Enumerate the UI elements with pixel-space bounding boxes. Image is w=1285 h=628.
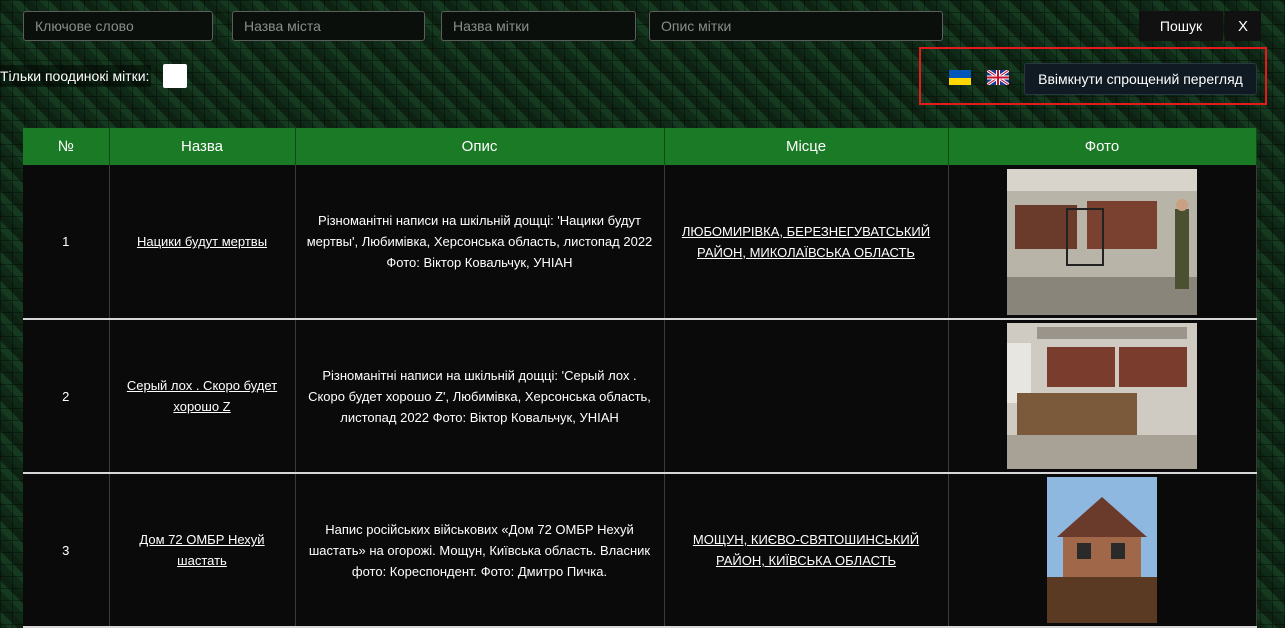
row-name-cell: Серый лох . Скоро будет хорошо Z: [109, 319, 296, 474]
row-place-cell: МОЩУН, КИЄВО-СВЯТОШИНСЬКИЙ РАЙОН, КИЇВСЬ…: [664, 473, 949, 628]
row-photo-cell: [948, 165, 1257, 320]
ukraine-flag-icon[interactable]: [949, 70, 971, 85]
tag-name-link[interactable]: Нацики будут мертвы: [137, 234, 267, 249]
photo-thumbnail[interactable]: [1007, 323, 1197, 469]
place-link[interactable]: МОЩУН, КИЄВО-СВЯТОШИНСЬКИЙ РАЙОН, КИЇВСЬ…: [693, 532, 919, 568]
row-place-cell: [664, 319, 949, 474]
single-tags-filter: Тільки поодинокі мітки:: [0, 63, 188, 89]
table-header-row: № Назва Опис Місце Фото: [23, 128, 1257, 165]
language-view-toolbar: Ввімкнути спрощений перегляд: [919, 47, 1267, 105]
row-description: Різноманітні написи на шкільній дощці: '…: [295, 319, 665, 474]
tags-table: № Назва Опис Місце Фото 1 Нацики будут м…: [23, 128, 1257, 628]
tag-name-input[interactable]: [441, 11, 636, 41]
search-bar: Пошук X: [23, 11, 1285, 41]
row-name-cell: Нацики будут мертвы: [109, 165, 296, 320]
column-header-name: Назва: [109, 128, 296, 165]
keyword-input[interactable]: [23, 11, 213, 41]
table-row: 2 Серый лох . Скоро будет хорошо Z Різно…: [23, 319, 1257, 474]
row-description: Напис російських військових «Дом 72 ОМБР…: [295, 473, 665, 628]
row-place-cell: ЛЮБОМИРІВКА, БЕРЕЗНЕГУВАТСЬКИЙ РАЙОН, МИ…: [664, 165, 949, 320]
table-row: 3 Дом 72 ОМБР Нехуй шастать Напис російс…: [23, 473, 1257, 628]
row-number: 1: [23, 165, 110, 320]
photo-thumbnail[interactable]: [1007, 168, 1197, 315]
column-header-description: Опис: [295, 128, 665, 165]
column-header-photo: Фото: [948, 128, 1257, 165]
row-number: 2: [23, 319, 110, 474]
tag-name-link[interactable]: Дом 72 ОМБР Нехуй шастать: [139, 532, 264, 568]
place-link[interactable]: ЛЮБОМИРІВКА, БЕРЕЗНЕГУВАТСЬКИЙ РАЙОН, МИ…: [682, 224, 930, 260]
single-tags-label: Тільки поодинокі мітки:: [0, 65, 152, 87]
row-photo-cell: [948, 473, 1257, 628]
tag-name-link[interactable]: Серый лох . Скоро будет хорошо Z: [127, 378, 277, 414]
table-row: 1 Нацики будут мертвы Різноманітні напис…: [23, 165, 1257, 320]
single-tags-checkbox[interactable]: [163, 64, 188, 88]
simple-view-button[interactable]: Ввімкнути спрощений перегляд: [1024, 63, 1257, 95]
close-button[interactable]: X: [1225, 11, 1261, 41]
column-header-number: №: [23, 128, 110, 165]
row-name-cell: Дом 72 ОМБР Нехуй шастать: [109, 473, 296, 628]
column-header-place: Місце: [664, 128, 949, 165]
photo-thumbnail[interactable]: [1047, 477, 1157, 623]
city-input[interactable]: [232, 11, 425, 41]
row-photo-cell: [948, 319, 1257, 474]
tag-description-input[interactable]: [649, 11, 943, 41]
row-number: 3: [23, 473, 110, 628]
uk-flag-icon[interactable]: [987, 70, 1009, 85]
search-button[interactable]: Пошук: [1139, 11, 1223, 41]
row-description: Різноманітні написи на шкільній дощці: '…: [295, 165, 665, 320]
